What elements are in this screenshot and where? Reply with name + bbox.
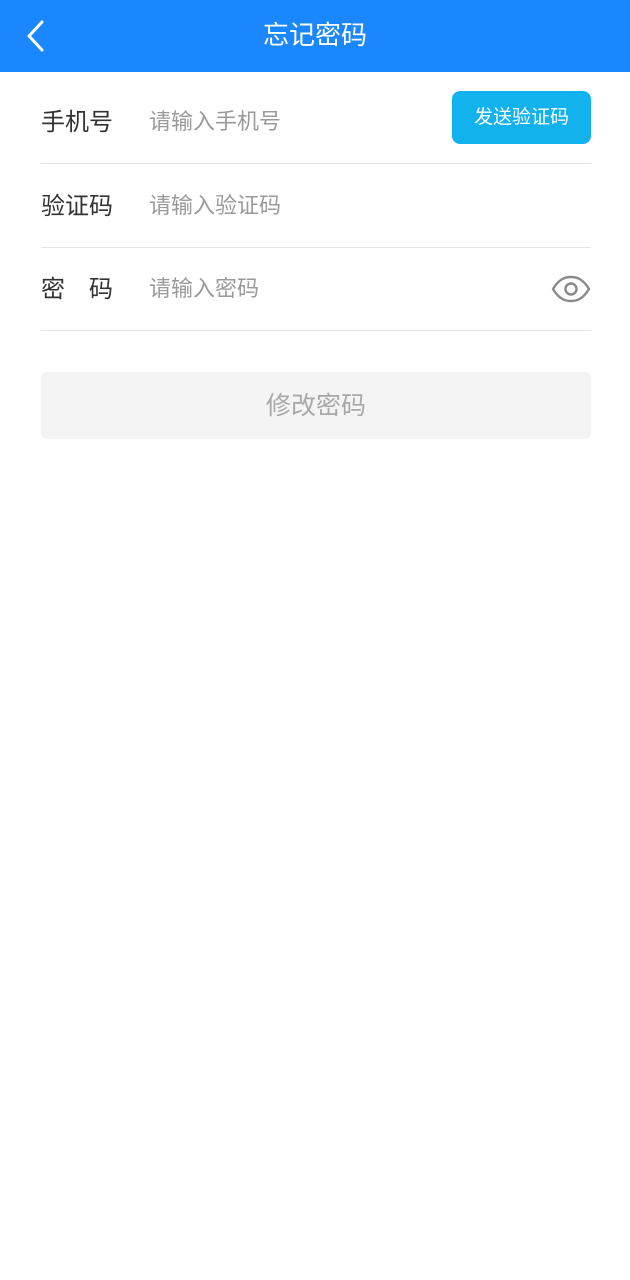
phone-row: 手机号 发送验证码 bbox=[41, 80, 591, 164]
phone-label: 手机号 bbox=[41, 108, 113, 136]
password-input[interactable] bbox=[149, 269, 439, 309]
header-bar: 忘记密码 bbox=[0, 0, 630, 72]
change-password-button[interactable]: 修改密码 bbox=[41, 372, 591, 439]
page-title: 忘记密码 bbox=[262, 21, 367, 51]
password-row: 密 码 bbox=[41, 247, 591, 331]
code-input[interactable] bbox=[149, 186, 439, 226]
code-label: 验证码 bbox=[41, 192, 113, 220]
eye-icon bbox=[551, 275, 591, 303]
password-label: 密 码 bbox=[41, 275, 113, 303]
phone-input[interactable] bbox=[149, 102, 439, 142]
code-row: 验证码 bbox=[41, 164, 591, 248]
send-code-button[interactable]: 发送验证码 bbox=[452, 91, 591, 144]
toggle-password-visibility-button[interactable] bbox=[549, 269, 593, 309]
